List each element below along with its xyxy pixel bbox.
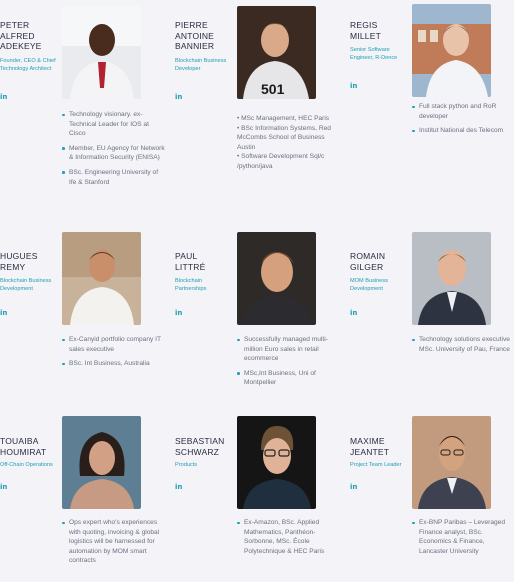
member-name: TOUAIBA HOUMIRAT [0, 436, 47, 457]
linkedin-icon[interactable]: in [175, 93, 182, 101]
linkedin-icon[interactable]: in [350, 309, 357, 317]
linkedin-icon[interactable]: in [350, 82, 357, 90]
member-role: Off-Chain Operations [0, 462, 53, 468]
member-photo [62, 416, 141, 509]
member-role: Senior Software Engineer, R-Dence [350, 47, 398, 61]
member-role: Founder, CEO & Chief Technology Architect [0, 58, 56, 72]
member-role: Blockchain Business Developer [175, 58, 227, 72]
member-role: Project Team Leader [350, 462, 402, 468]
member-role: Blockchain Partnerships [175, 278, 207, 292]
linkedin-icon[interactable]: in [350, 483, 357, 491]
member-bullets: Technology visionary. ex-Technical Leade… [62, 110, 167, 192]
member-bullets: Ex-Canyid portfolio company IT sales exe… [62, 335, 166, 374]
linkedin-icon[interactable]: in [0, 483, 7, 491]
member-bullets: Ex-BNP Paribas – Leveraged Finance analy… [412, 518, 512, 561]
member-bullets: • MSc Management, HEC Paris • BSc Informa… [237, 115, 331, 170]
member-bullets: Ex-Amazon, BSc. Applied Mathematics, Pan… [237, 518, 341, 561]
member-name: PAUL LITTRÉ [175, 251, 206, 272]
member-photo [412, 4, 491, 97]
linkedin-icon[interactable]: in [0, 309, 7, 317]
member-name: PETER ALFRED ADEKEYE [0, 20, 42, 51]
member-bullets: Successfully managed multi-million Euro … [237, 335, 341, 393]
member-bullets: Technology solutions executive MSc. Univ… [412, 335, 512, 359]
member-photo [62, 6, 141, 99]
member-name: HUGUES REMY [0, 251, 38, 272]
member-photo [412, 232, 491, 325]
member-role: Products [175, 462, 198, 468]
member-role: Blockchain Business Development [0, 278, 52, 292]
member-name: MAXIME JEANTET [350, 436, 390, 457]
member-photo [237, 232, 316, 325]
member-role: MOM Business Development [350, 278, 388, 292]
member-name: REGIS MILLET [350, 20, 381, 41]
member-name: SEBASTIAN SCHWARZ [175, 436, 225, 457]
svg-text:501: 501 [261, 81, 285, 97]
member-name: PIERRE ANTOINE BANNIER [175, 20, 215, 51]
linkedin-icon[interactable]: in [0, 93, 7, 101]
linkedin-icon[interactable]: in [175, 483, 182, 491]
member-bullets: Ops expert who's experiences with quotin… [62, 518, 168, 571]
member-photo [62, 232, 141, 325]
member-name: ROMAIN GILGER [350, 251, 386, 272]
member-bullets: Full stack python and RoR developer Insti… [412, 102, 512, 141]
linkedin-icon[interactable]: in [175, 309, 182, 317]
member-photo: 501 [237, 6, 316, 99]
member-photo [237, 416, 316, 509]
member-photo [412, 416, 491, 509]
